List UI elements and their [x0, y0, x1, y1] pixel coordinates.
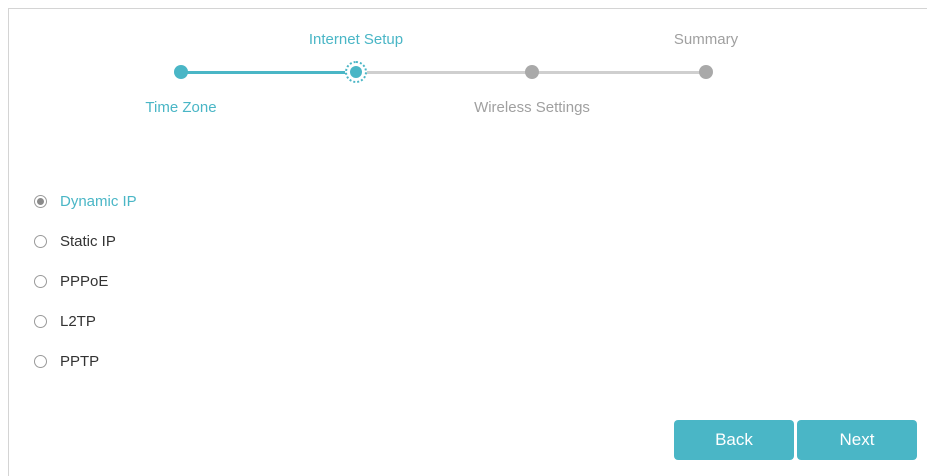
radio-button[interactable]	[34, 354, 47, 368]
radio-option-static-ip[interactable]: Static IP	[34, 231, 116, 251]
step-dot-wireless-settings	[525, 65, 539, 79]
back-button[interactable]: Back	[674, 420, 794, 460]
step-label-summary: Summary	[673, 31, 739, 48]
radio-button-checked[interactable]	[34, 194, 47, 208]
radio-label-static-ip: Static IP	[60, 232, 116, 250]
radio-label-l2tp: L2TP	[60, 312, 96, 330]
step-label-wireless-settings: Wireless Settings	[474, 99, 590, 116]
radio-option-l2tp[interactable]: L2TP	[34, 311, 96, 331]
wizard-panel	[8, 8, 927, 476]
radio-label-dynamic-ip: Dynamic IP	[60, 192, 137, 210]
radio-label-pppoe: PPPoE	[60, 272, 109, 290]
step-dot-summary	[699, 65, 713, 79]
radio-option-pppoe[interactable]: PPPoE	[34, 271, 108, 291]
radio-label-pptp: PPTP	[60, 352, 100, 370]
radio-option-pptp[interactable]: PPTP	[34, 351, 99, 371]
next-button[interactable]: Next	[797, 420, 917, 460]
radio-button[interactable]	[34, 314, 47, 328]
progress-track-completed	[181, 71, 356, 74]
step-label-internet-setup: Internet Setup	[308, 31, 404, 48]
step-dot-time-zone	[174, 65, 188, 79]
step-dot-internet-setup	[345, 61, 367, 83]
step-label-time-zone: Time Zone	[145, 99, 217, 116]
radio-button[interactable]	[34, 274, 47, 288]
radio-button[interactable]	[34, 234, 47, 248]
radio-option-dynamic-ip[interactable]: Dynamic IP	[34, 191, 137, 211]
